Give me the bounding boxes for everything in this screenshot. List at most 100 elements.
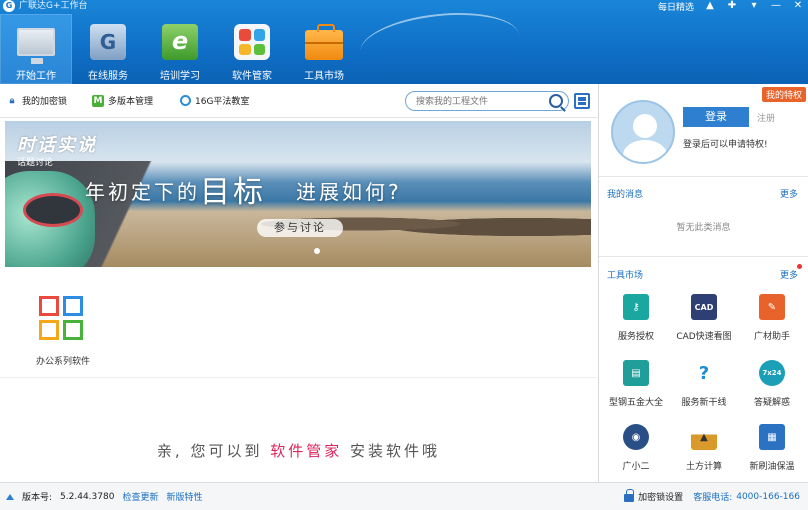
office-suite-tile[interactable]: 办公系列软件 (28, 296, 98, 367)
monitor-icon (16, 22, 56, 64)
headline-part-b: 进展如何? (296, 180, 402, 204)
tool-earthwork-calc[interactable]: ▲ 土方计算 (670, 424, 738, 472)
headline-big: 目标 (200, 175, 266, 210)
new-indicator (797, 264, 802, 269)
online-service-icon: G (88, 22, 128, 62)
nav-start-work[interactable]: 开始工作 (0, 14, 72, 84)
nav-label: 软件管家 (232, 71, 272, 82)
hint-suffix: 安装软件哦 (350, 442, 441, 460)
tool-qa[interactable]: 7x24 答疑解惑 (738, 360, 806, 408)
steel-hardware-icon: ▤ (623, 360, 649, 386)
hint-prefix: 亲, 您可以到 (156, 442, 263, 460)
main-panel: 🔒︎ 我的加密锁 M 多版本管理 16G平法教室 时话实说 话题讨论 年初定下的… (0, 84, 597, 482)
divider (599, 256, 808, 257)
lock-settings-link[interactable]: 加密锁设置 (638, 490, 683, 503)
tool-material-assistant[interactable]: ✎ 广材助手 (738, 294, 806, 342)
join-discussion-button[interactable]: 参与讨论 (257, 219, 343, 237)
tool-name: 服务新干线 (681, 398, 727, 408)
banner-subtitle: 话题讨论 (17, 158, 54, 168)
classroom-label: 16G平法教室 (195, 97, 250, 107)
menu-dropdown-icon[interactable]: ▾ (748, 0, 760, 12)
close-icon[interactable]: ✕ (792, 0, 804, 12)
banner-brand: 时话实说 (17, 135, 97, 156)
hotline-number: 4000-166-166 (736, 491, 800, 502)
tool-name: 型钢五金大全 (608, 398, 663, 408)
tool-market-more-link[interactable]: 更多 (780, 268, 798, 281)
tool-name: 土方计算 (685, 462, 722, 472)
tool-name: 服务授权 (617, 332, 654, 342)
qa-icon: 7x24 (759, 360, 785, 386)
divider (599, 176, 808, 177)
right-panel: 我的特权 登录 注册 登录后可以申请特权! 我的消息 更多 暂无此类消息 工具市… (598, 84, 808, 482)
messages-title: 我的消息 (607, 190, 644, 200)
installed-apps: 办公系列软件 (0, 272, 597, 378)
main-toolbar: 🔒︎ 我的加密锁 M 多版本管理 16G平法教室 (0, 84, 597, 118)
lock-icon: 🔒︎ (9, 95, 15, 106)
messages-more-link[interactable]: 更多 (780, 187, 798, 200)
paint-insulation-icon: ▦ (759, 424, 785, 450)
notification-bell-icon[interactable]: ▲ (704, 0, 716, 12)
multi-version-icon: M (92, 94, 104, 107)
tool-name: 新刷油保温 (749, 462, 795, 472)
nav-label: 在线服务 (88, 71, 128, 82)
nav-label: 培训学习 (160, 71, 200, 82)
service-express-icon: ? (691, 360, 717, 386)
top-bar: G 广联达G+工作台 每日精选 ▲ ✚ ▾ — ✕ 开始工作 G 在线服务 e … (0, 0, 808, 84)
login-button[interactable]: 登录 (683, 107, 749, 127)
tool-name: CAD快速看图 (676, 332, 732, 342)
tool-name: 答疑解惑 (753, 398, 790, 408)
window-title: 广联达G+工作台 (19, 1, 88, 11)
version-number: 5.2.44.3780 (60, 491, 115, 502)
carousel-dot[interactable] (314, 248, 320, 254)
window-controls: 每日精选 ▲ ✚ ▾ — ✕ (658, 0, 804, 13)
tool-name: 广材助手 (753, 332, 790, 342)
lock-icon (624, 488, 635, 502)
hotline-label: 客服电话: (693, 493, 733, 503)
earthwork-calc-icon: ▲ (691, 424, 717, 450)
robot-assistant-icon: ◉ (623, 424, 649, 450)
tool-service-express[interactable]: ? 服务新干线 (670, 360, 738, 408)
main-nav: 开始工作 G 在线服务 e 培训学习 软件管家 工具市场 (0, 14, 360, 84)
nav-training[interactable]: e 培训学习 (144, 14, 216, 84)
classroom-button[interactable]: 16G平法教室 (180, 94, 249, 107)
material-assistant-icon: ✎ (759, 294, 785, 320)
nav-software-manager[interactable]: 软件管家 (216, 14, 288, 84)
hint-software-manager-link[interactable]: 软件管家 (270, 442, 342, 460)
multi-version-button[interactable]: M 多版本管理 (92, 94, 153, 107)
tool-service-auth[interactable]: ⚷ 服务授权 (602, 294, 670, 342)
promo-banner[interactable]: 时话实说 话题讨论 年初定下的目标 进展如何? 参与讨论 (5, 121, 591, 267)
project-search (405, 91, 569, 111)
training-icon: e (160, 22, 200, 62)
tool-paint-insulation[interactable]: ▦ 新刷油保温 (738, 424, 806, 472)
check-update-link[interactable]: 检查更新 (122, 490, 158, 503)
title-bar: G 广联达G+工作台 每日精选 ▲ ✚ ▾ — ✕ (0, 0, 808, 14)
tool-steel-hardware[interactable]: ▤ 型钢五金大全 (602, 360, 670, 408)
messages-empty: 暂无此类消息 (676, 223, 731, 233)
search-icon[interactable] (549, 94, 563, 108)
minimize-icon[interactable]: — (770, 0, 782, 12)
avatar[interactable] (611, 100, 675, 164)
disc-icon (180, 95, 191, 106)
register-link[interactable]: 注册 (757, 111, 775, 124)
tool-cad-viewer[interactable]: CAD CAD快速看图 (670, 294, 738, 342)
mobile-qr-icon[interactable] (574, 93, 590, 109)
search-input[interactable] (416, 95, 540, 108)
my-privilege-badge[interactable]: 我的特权 (761, 87, 806, 102)
nav-label: 工具市场 (304, 71, 344, 82)
tool-robot-assistant[interactable]: ◉ 广小二 (602, 424, 670, 472)
my-lock-button[interactable]: 🔒︎ 我的加密锁 (6, 94, 68, 108)
nav-online-service[interactable]: G 在线服务 (72, 14, 144, 84)
settings-icon[interactable]: ✚ (726, 0, 738, 12)
office-suite-label: 办公系列软件 (35, 357, 90, 367)
new-features-link[interactable]: 新版特性 (166, 490, 202, 503)
nav-tool-market[interactable]: 工具市场 (288, 14, 360, 84)
my-lock-label: 我的加密锁 (22, 97, 68, 107)
tool-market-title: 工具市场 (607, 271, 644, 281)
daily-pick-link[interactable]: 每日精选 (658, 0, 694, 13)
login-tip: 登录后可以申请特权! (683, 140, 768, 150)
banner-headline: 年初定下的目标 进展如何? (85, 167, 402, 211)
nav-label: 开始工作 (16, 71, 56, 82)
update-arrow-icon (6, 493, 14, 500)
software-manager-icon (232, 22, 272, 62)
banner-mirror (23, 193, 83, 227)
